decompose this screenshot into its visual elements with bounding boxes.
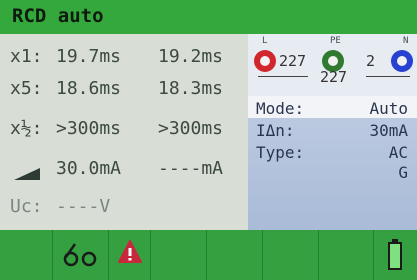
result-value: 30.0mA [56, 158, 122, 179]
status-cell [52, 230, 109, 280]
param-key: IΔn: [256, 121, 295, 140]
battery-icon [388, 239, 402, 270]
param-row-type-g[interactable]: G [248, 161, 417, 183]
result-value: ----mA [158, 158, 224, 179]
status-bar [0, 230, 417, 280]
voltage-l-pe: 227 [279, 52, 307, 70]
results-panel: x1: 19.7ms 19.2ms x5: 18.6ms 18.3ms x½: … [0, 34, 248, 230]
ramp-icon [14, 168, 40, 180]
terminal-label-l: L [262, 36, 268, 46]
result-value: >300ms [158, 118, 224, 139]
param-value: 30mA [369, 121, 408, 140]
param-row-mode[interactable]: Mode: Auto [248, 97, 417, 119]
param-key: Type: [256, 143, 305, 162]
moon-icon [21, 246, 30, 264]
test-leads-icon [63, 243, 97, 267]
terminal-voltages: L PE N 227 2 227 [248, 34, 417, 96]
result-value: 19.2ms [158, 46, 224, 67]
result-row-xhalf: x½: >300ms >300ms [0, 114, 248, 146]
result-value: 18.6ms [56, 78, 122, 99]
divider [366, 76, 410, 77]
title-bar: RCD auto [0, 0, 417, 34]
result-value: 18.3ms [158, 78, 224, 99]
uc-label: Uc: [10, 196, 43, 217]
status-cell [206, 230, 263, 280]
status-cell [262, 230, 319, 280]
uc-value: ----V [56, 196, 111, 217]
page-title: RCD auto [12, 5, 104, 27]
parameters-panel: L PE N 227 2 227 Mode: Auto IΔn: 30mA Ty… [248, 34, 417, 230]
param-key: Mode: [256, 99, 305, 118]
param-row-idn[interactable]: IΔn: 30mA [248, 119, 417, 141]
param-row-type[interactable]: Type: AC [248, 141, 417, 163]
param-value: G [398, 163, 408, 182]
status-cell [108, 230, 151, 280]
result-label: x½: [10, 118, 43, 139]
terminal-label-n: N [403, 36, 409, 46]
result-label: x1: [10, 46, 43, 67]
status-cell [373, 230, 417, 280]
param-value: AC [388, 143, 408, 162]
status-cell [150, 230, 207, 280]
result-row-x5: x5: 18.6ms 18.3ms [0, 74, 248, 106]
uc-row: Uc: ----V [0, 192, 248, 224]
result-value: >300ms [56, 118, 122, 139]
result-value: 19.7ms [56, 46, 122, 67]
voltage-l-n: 227 [320, 68, 348, 86]
voltage-pe-n: 2 [366, 52, 376, 70]
warning-icon [118, 240, 142, 263]
result-row-ramp: 30.0mA ----mA [0, 154, 248, 186]
terminal-label-pe: PE [330, 36, 341, 46]
result-label: x5: [10, 78, 43, 99]
divider [258, 76, 308, 77]
status-cell [318, 230, 374, 280]
l-socket-icon [254, 50, 276, 72]
n-socket-icon [391, 50, 413, 72]
result-row-x1: x1: 19.7ms 19.2ms [0, 42, 248, 74]
param-value: Auto [369, 99, 408, 118]
status-cell [0, 230, 53, 280]
rcd-screen: RCD auto x1: 19.7ms 19.2ms x5: 18.6ms 18… [0, 0, 417, 280]
